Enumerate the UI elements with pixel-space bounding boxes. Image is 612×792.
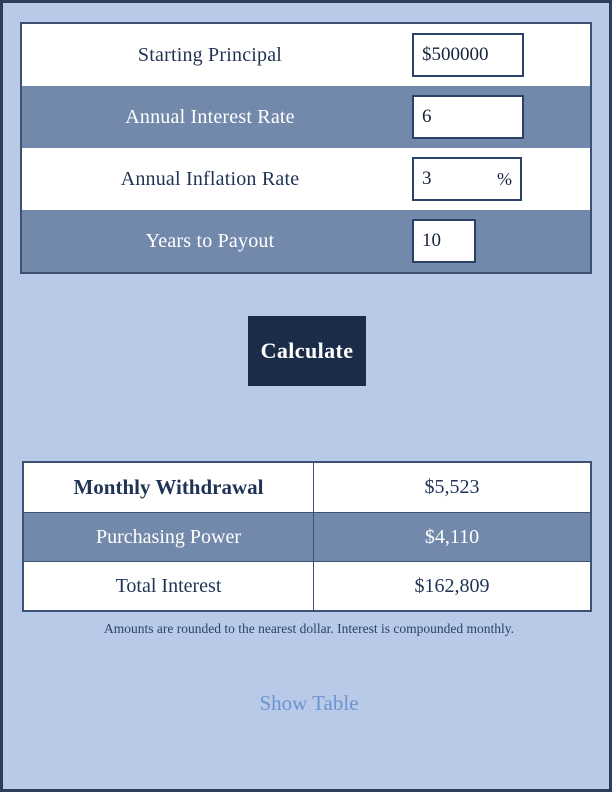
result-label-total-interest: Total Interest — [24, 562, 314, 610]
input-field-wrapper-starting-principal: $500000 — [412, 33, 590, 77]
input-label-annual-inflation-rate: Annual Inflation Rate — [120, 167, 300, 190]
input-label-annual-interest-rate: Annual Interest Rate — [125, 105, 295, 128]
input-row-annual-inflation-rate: Annual Inflation Rate 3% — [22, 148, 590, 210]
result-row-total-interest: Total Interest $162,809 — [24, 561, 590, 610]
input-annual-inflation-rate[interactable]: 3% — [412, 157, 522, 201]
input-starting-principal[interactable]: $500000 — [412, 33, 524, 77]
input-value-annual-interest-rate: 6 — [422, 106, 432, 127]
input-row-years-to-payout: Years to Payout 10 — [22, 210, 590, 272]
result-value-purchasing-power: $4,110 — [424, 525, 480, 548]
show-table-link[interactable]: Show Table — [3, 691, 612, 716]
retirement-withdrawal-calculator: Starting Principal $500000 Annual Interest… — [0, 0, 612, 792]
input-value-years-to-payout: 10 — [422, 230, 441, 251]
input-annual-interest-rate[interactable]: 6 — [412, 95, 524, 139]
input-label-starting-principal: Starting Principal — [137, 43, 283, 66]
input-value-annual-inflation-rate: 3 — [422, 168, 432, 189]
input-label-years-to-payout: Years to Payout — [145, 229, 275, 252]
input-years-to-payout[interactable]: 10 — [412, 219, 476, 263]
result-value-monthly-withdrawal: $5,523 — [424, 476, 480, 498]
input-field-wrapper-annual-interest-rate: 6 — [412, 95, 590, 139]
result-value-total-interest: $162,809 — [414, 574, 490, 597]
results-table: Monthly Withdrawal $5,523 Purchasing Power… — [22, 461, 592, 612]
input-field-wrapper-annual-inflation-rate: 3% — [412, 157, 590, 201]
input-suffix-annual-inflation-rate: % — [497, 168, 512, 189]
input-field-wrapper-years-to-payout: 10 — [412, 219, 590, 263]
result-row-monthly-withdrawal: Monthly Withdrawal $5,523 — [24, 463, 590, 512]
results-footnote: Amounts are rounded to the nearest dolla… — [103, 621, 515, 636]
input-row-annual-interest-rate: Annual Interest Rate 6 — [22, 86, 590, 148]
result-label-purchasing-power: Purchasing Power — [24, 513, 314, 561]
input-value-starting-principal: $500000 — [422, 44, 489, 65]
inputs-table: Starting Principal $500000 Annual Interest… — [20, 22, 592, 274]
result-row-purchasing-power: Purchasing Power $4,110 — [24, 512, 590, 561]
input-row-starting-principal: Starting Principal $500000 — [22, 24, 590, 86]
result-label-monthly-withdrawal: Monthly Withdrawal — [24, 463, 314, 512]
calculate-button[interactable]: Calculate — [248, 316, 366, 386]
